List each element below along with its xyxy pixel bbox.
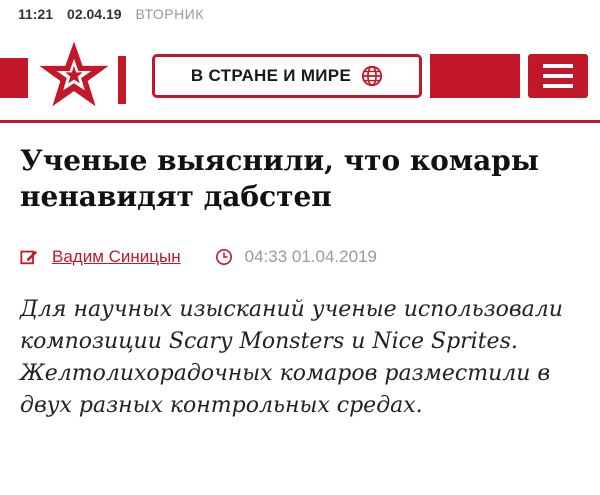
article-headline: Ученые выяснили, что комары ненавидят да… — [20, 144, 539, 213]
status-weekday: ВТОРНИК — [135, 6, 204, 22]
section-label: В СТРАНЕ И МИРЕ — [190, 66, 352, 85]
status-bar: 11:21 02.04.19 ВТОРНИК — [0, 0, 600, 28]
author-link[interactable]: Вадим Синицын — [52, 247, 181, 267]
section-button[interactable]: В СТРАНЕ И МИРЕ — [152, 54, 422, 98]
globe-icon — [362, 65, 383, 87]
header-divider — [0, 120, 600, 123]
header-left-bar — [0, 58, 28, 98]
logo-divider — [118, 56, 126, 104]
header-red-band — [430, 54, 520, 98]
article-lead: Для научных изысканий ученые использовал… — [20, 297, 563, 418]
publish-datetime: 04:33 01.04.2019 — [244, 247, 377, 266]
status-date: 02.04.19 — [67, 6, 122, 22]
status-time: 11:21 — [18, 6, 54, 22]
hamburger-menu-icon[interactable] — [528, 54, 588, 98]
article-meta: Вадим Синицын 04:33 01.04.2019 — [20, 244, 580, 270]
red-star-logo-icon[interactable] — [38, 40, 110, 112]
site-header: В СТРАНЕ И МИРЕ — [0, 28, 600, 124]
clock-icon — [215, 248, 232, 266]
edit-icon — [20, 250, 38, 265]
